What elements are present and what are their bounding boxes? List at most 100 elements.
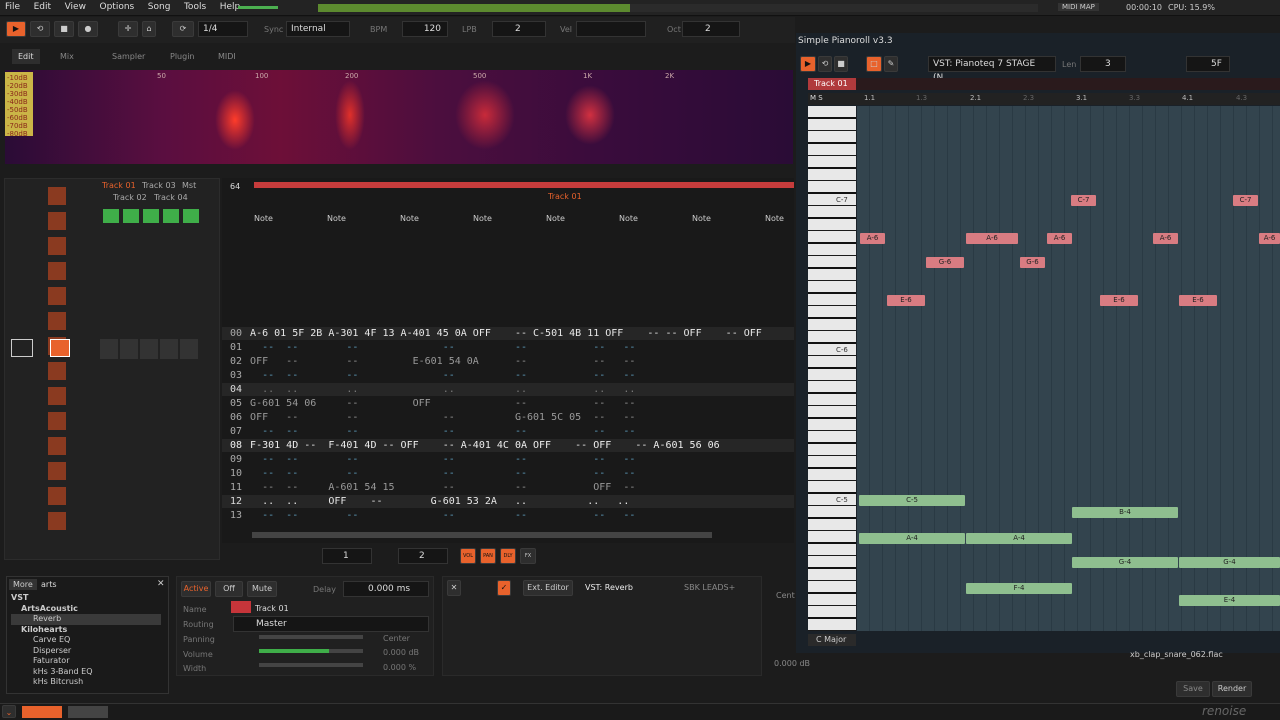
note[interactable]: A-4 xyxy=(859,533,965,544)
track-tab[interactable]: Track 04 xyxy=(154,193,188,202)
play-button[interactable]: ▶ xyxy=(6,21,26,37)
pattern-row[interactable]: 11 -- -- A-601 54 15 -- -- OFF -- xyxy=(222,481,794,494)
pr-select-tool[interactable]: □ xyxy=(866,56,882,72)
dly-column-toggle[interactable]: DLY xyxy=(500,548,516,564)
piano-keyboard[interactable]: C-7 C-6 C-5 xyxy=(808,106,856,631)
pr-len-field[interactable]: 3 xyxy=(1080,56,1126,72)
close-icon[interactable]: ✕ xyxy=(157,579,165,589)
octave-field[interactable]: 2 xyxy=(682,21,740,37)
list-item[interactable]: Carve EQ xyxy=(11,635,161,646)
status-toggle[interactable]: ⌄ xyxy=(2,705,16,718)
pattern-row[interactable]: 02 OFF -- -- E-601 54 0A -- -- -- xyxy=(222,355,794,368)
note[interactable]: F-4 xyxy=(966,583,1072,594)
off-button[interactable]: Off xyxy=(215,581,243,597)
step-field[interactable]: 1/4 xyxy=(198,21,248,37)
note[interactable]: A-6 xyxy=(860,233,885,244)
edit-step-field[interactable]: 2 xyxy=(398,548,448,564)
pattern-row[interactable]: 03 -- -- -- -- -- -- -- xyxy=(222,369,794,382)
menu-file[interactable]: File xyxy=(5,2,20,12)
note[interactable]: B-4 xyxy=(1072,507,1178,518)
pattern-row[interactable]: 06 OFF -- -- -- G-601 5C 05 -- -- xyxy=(222,411,794,424)
render-button[interactable]: Render xyxy=(1212,681,1252,697)
list-item[interactable]: ArtsAcoustic xyxy=(11,604,161,615)
note[interactable]: E-4 xyxy=(1179,595,1280,606)
browser-search[interactable]: arts xyxy=(41,580,57,589)
track-tab[interactable]: Track 01 xyxy=(102,181,136,190)
note[interactable]: A-6 xyxy=(1153,233,1178,244)
menu-song[interactable]: Song xyxy=(148,2,171,12)
metronome-button[interactable]: ✛ xyxy=(118,21,138,37)
note[interactable]: C-7 xyxy=(1233,195,1258,206)
track-tab[interactable]: Track 02 xyxy=(113,193,147,202)
note[interactable]: A-6 xyxy=(966,233,1018,244)
preset-name[interactable]: SBK LEADS+ xyxy=(684,583,735,592)
follow-button[interactable]: ⌂ xyxy=(142,21,156,37)
pr-stop-button[interactable]: ■ xyxy=(834,56,848,72)
pr-vel-field[interactable]: 5F xyxy=(1186,56,1230,72)
panning-slider[interactable] xyxy=(259,635,363,639)
menu-options[interactable]: Options xyxy=(100,2,135,12)
track-name-value[interactable]: Track 01 xyxy=(255,604,289,613)
pan-column-toggle[interactable]: PAN xyxy=(480,548,496,564)
note[interactable]: E-6 xyxy=(1179,295,1217,306)
note[interactable]: G-6 xyxy=(1020,257,1045,268)
tab-edit[interactable]: Edit xyxy=(12,49,40,64)
list-item[interactable]: Faturator xyxy=(11,656,161,667)
mute-button[interactable]: Mute xyxy=(247,581,277,597)
save-button[interactable]: Save xyxy=(1176,681,1210,697)
track-color-swatch[interactable] xyxy=(231,601,251,613)
bpm-field[interactable]: 120 xyxy=(402,21,448,37)
note[interactable]: E-6 xyxy=(887,295,925,306)
pattern-row[interactable]: 04 .. .. .. .. .. .. .. xyxy=(222,383,794,396)
note[interactable]: G-4 xyxy=(1072,557,1178,568)
pianoroll-grid[interactable]: C-7 C-7 A-6 A-6 A-6 A-6 A-6 G-6 G-6 E-6 … xyxy=(857,106,1280,631)
song-position-bar[interactable] xyxy=(318,4,1038,12)
active-button[interactable]: Active xyxy=(181,581,211,597)
pr-play-button[interactable]: ▶ xyxy=(800,56,816,72)
menu-edit[interactable]: Edit xyxy=(34,2,51,12)
routing-select[interactable]: Master xyxy=(233,616,429,632)
pr-instrument-select[interactable]: VST: Pianoteq 7 STAGE (N... xyxy=(928,56,1056,83)
loop-button[interactable]: ⟲ xyxy=(30,21,50,37)
track-tab[interactable]: Mst xyxy=(182,181,196,190)
list-item[interactable]: Reverb xyxy=(11,614,161,625)
menu-tools[interactable]: Tools xyxy=(184,2,206,12)
note[interactable]: C-5 xyxy=(859,495,965,506)
pattern-row[interactable]: 00 A-6 01 5F 2B A-301 4F 13 A-401 45 0A O… xyxy=(222,327,794,340)
tab-mix[interactable]: Mix xyxy=(54,49,80,64)
note[interactable]: G-6 xyxy=(926,257,964,268)
list-item[interactable]: kHs 3-Band EQ xyxy=(11,667,161,678)
sync-select[interactable]: Internal xyxy=(286,21,350,37)
ext-editor-button[interactable]: Ext. Editor xyxy=(523,580,573,596)
vol-column-toggle[interactable]: VOL xyxy=(460,548,476,564)
pattern-box[interactable] xyxy=(11,339,33,357)
lines-field[interactable]: 1 xyxy=(322,548,372,564)
lpb-field[interactable]: 2 xyxy=(492,21,546,37)
midi-map-button[interactable]: MIDI MAP xyxy=(1058,3,1099,11)
record-button[interactable]: ● xyxy=(78,21,98,37)
pattern-row[interactable]: 08 F-301 4D -- F-401 4D -- OFF -- A-401 4… xyxy=(222,439,794,452)
scale-select[interactable]: C Major xyxy=(808,634,856,646)
pattern-row[interactable]: 09 -- -- -- -- -- -- -- xyxy=(222,453,794,466)
device-enable-toggle[interactable]: ✓ xyxy=(497,580,511,596)
pr-bar-ruler[interactable]: M S 1.1 1.3 2.1 2.3 3.1 3.3 4.1 4.3 xyxy=(808,93,1280,105)
pattern-row[interactable]: 05 G-601 54 06 -- OFF -- -- -- xyxy=(222,397,794,410)
device-close-button[interactable]: ✕ xyxy=(447,580,461,596)
undo-button[interactable]: ⟳ xyxy=(172,21,194,37)
pattern-length[interactable]: 64 xyxy=(230,182,240,191)
menu-view[interactable]: View xyxy=(65,2,86,12)
track-tab[interactable]: Track 03 xyxy=(142,181,176,190)
pattern-scrollbar[interactable] xyxy=(252,532,712,538)
note[interactable]: C-7 xyxy=(1071,195,1096,206)
disk-browser-toggle[interactable] xyxy=(22,706,62,718)
expand-toggle[interactable] xyxy=(68,706,108,718)
pattern-row[interactable]: 10 -- -- -- -- -- -- -- xyxy=(222,467,794,480)
browser-list[interactable]: VST ArtsAcoustic Reverb Kilohearts Carve… xyxy=(11,593,161,688)
pattern-matrix[interactable] xyxy=(100,339,198,359)
pattern-editor[interactable]: 64 Track 01 Note Note Note Note Note Not… xyxy=(222,178,794,543)
tab-plugin[interactable]: Plugin xyxy=(164,49,201,64)
note[interactable]: E-6 xyxy=(1100,295,1138,306)
note[interactable]: A-6 xyxy=(1047,233,1072,244)
list-item[interactable]: Disperser xyxy=(11,646,161,657)
tab-midi[interactable]: MIDI xyxy=(212,49,242,64)
